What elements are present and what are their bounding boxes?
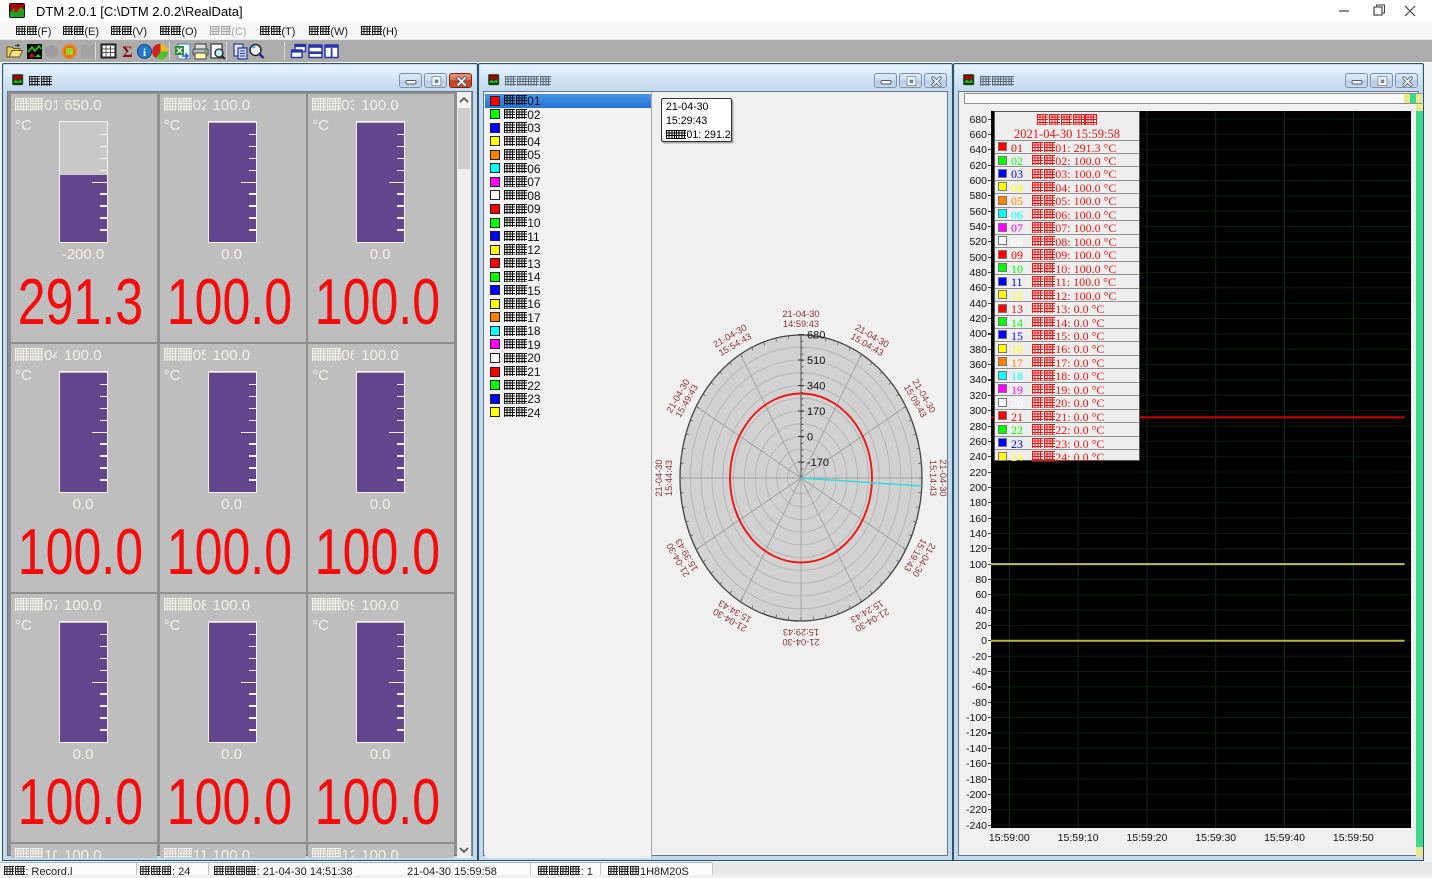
svg-text:i: i	[143, 47, 146, 59]
svg-text:510: 510	[807, 355, 825, 367]
svg-text:15:14:43: 15:14:43	[928, 460, 938, 496]
svg-text:14:59:43: 14:59:43	[783, 319, 819, 329]
svg-text:170: 170	[807, 406, 825, 418]
svg-text:-170: -170	[807, 457, 829, 469]
svg-text:680: 680	[807, 330, 825, 342]
svg-text:21-04-30: 21-04-30	[782, 637, 819, 647]
svg-text:21-04-30: 21-04-30	[782, 309, 819, 319]
svg-text:0: 0	[807, 432, 813, 444]
svg-text:Σ: Σ	[122, 44, 132, 60]
svg-text:21-04-30: 21-04-30	[654, 459, 664, 496]
svg-text:21-04-30: 21-04-30	[938, 459, 947, 496]
svg-text:15:44:43: 15:44:43	[664, 460, 674, 496]
svg-text:340: 340	[807, 381, 825, 393]
svg-text:15:29:43: 15:29:43	[783, 627, 819, 637]
